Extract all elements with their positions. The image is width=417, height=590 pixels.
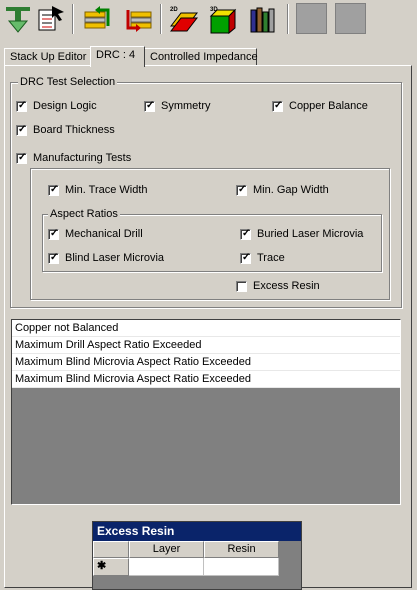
- check-mark-icon: ✓: [242, 228, 251, 239]
- checkbox-box: [236, 281, 247, 292]
- excess-resin-grid: Excess Resin Layer Resin ✱: [92, 521, 302, 590]
- copper-balance-label: Copper Balance: [289, 100, 368, 112]
- check-mark-icon: ✓: [274, 100, 283, 111]
- tab-label: Controlled Impedance: [150, 51, 258, 63]
- drc-test-selection-title: DRC Test Selection: [18, 76, 118, 88]
- min-trace-width-checkbox[interactable]: ✓ Min. Trace Width: [48, 184, 148, 197]
- svg-text:2D: 2D: [170, 7, 178, 13]
- min-gap-width-label: Min. Gap Width: [253, 184, 329, 196]
- toolbar-separator: [160, 4, 162, 34]
- tab-label: Stack Up Editor: [10, 51, 87, 63]
- tab-label: DRC : 4: [96, 49, 136, 61]
- aspect-ratios-title: Aspect Ratios: [48, 208, 120, 220]
- blind-laser-microvia-checkbox[interactable]: ✓ Blind Laser Microvia: [48, 252, 164, 265]
- insert-layer-icon: [6, 7, 30, 33]
- check-mark-icon: ✓: [18, 124, 27, 135]
- layer-column-header[interactable]: Layer: [129, 541, 204, 558]
- board-thickness-checkbox[interactable]: ✓ Board Thickness: [16, 124, 115, 137]
- blind-laser-microvia-label: Blind Laser Microvia: [65, 252, 165, 264]
- toolbar: 2D 3D: [0, 0, 417, 40]
- stack-move-down-icon: [126, 10, 152, 32]
- toolbar-separator: [72, 4, 74, 34]
- check-mark-icon: ✓: [50, 252, 59, 263]
- manufacturing-tests-label: Manufacturing Tests: [33, 152, 132, 164]
- checkbox-box: ✓: [48, 228, 59, 240]
- checkbox-box: ✓: [236, 184, 247, 196]
- checkbox-box: ✓: [240, 252, 251, 264]
- trace-label: Trace: [257, 252, 285, 264]
- 2d-view-icon: 2D: [169, 7, 199, 32]
- insert-layer-button[interactable]: [2, 3, 34, 35]
- excess-resin-checkbox[interactable]: Excess Resin: [236, 280, 320, 293]
- board-thickness-label: Board Thickness: [33, 124, 115, 136]
- resin-column-header[interactable]: Resin: [204, 541, 279, 558]
- disabled-toolbar-button[interactable]: [335, 3, 366, 34]
- mechanical-drill-checkbox[interactable]: ✓ Mechanical Drill: [48, 228, 143, 241]
- checkbox-box: ✓: [48, 184, 59, 196]
- stack-move-up-icon: [84, 6, 110, 29]
- checklist-button[interactable]: [35, 3, 67, 35]
- min-gap-width-checkbox[interactable]: ✓ Min. Gap Width: [236, 184, 329, 197]
- library-button[interactable]: [247, 3, 279, 35]
- checkbox-box: ✓: [144, 100, 155, 112]
- drc-error-list[interactable]: Copper not Balanced Maximum Drill Aspect…: [11, 319, 401, 505]
- manufacturing-tests-checkbox[interactable]: ✓ Manufacturing Tests: [16, 152, 131, 165]
- trace-checkbox[interactable]: ✓ Trace: [240, 252, 285, 265]
- tab-drc[interactable]: DRC : 4: [90, 46, 145, 67]
- layer-cell[interactable]: [129, 558, 204, 576]
- checkbox-box: ✓: [48, 252, 59, 264]
- checkbox-box: ✓: [16, 124, 27, 136]
- list-item[interactable]: Maximum Blind Microvia Aspect Ratio Exce…: [12, 371, 400, 388]
- disabled-toolbar-button[interactable]: [296, 3, 327, 34]
- checkbox-box: ✓: [16, 100, 27, 112]
- min-trace-width-label: Min. Trace Width: [65, 184, 148, 196]
- check-mark-icon: ✓: [18, 100, 27, 111]
- buried-laser-microvia-label: Buried Laser Microvia: [257, 228, 364, 240]
- copper-balance-checkbox[interactable]: ✓ Copper Balance: [272, 100, 368, 113]
- view-3d-button[interactable]: 3D: [207, 3, 239, 35]
- symmetry-label: Symmetry: [161, 100, 211, 112]
- checklist-pointer-icon: [38, 6, 64, 31]
- tab-controlled-impedance[interactable]: Controlled Impedance: [144, 48, 258, 66]
- mechanical-drill-label: Mechanical Drill: [65, 228, 143, 240]
- checkbox-box: ✓: [272, 100, 283, 112]
- resin-cell[interactable]: [204, 558, 279, 576]
- list-item[interactable]: Maximum Blind Microvia Aspect Ratio Exce…: [12, 354, 400, 371]
- excess-resin-grid-title: Excess Resin: [93, 522, 301, 541]
- list-item[interactable]: Copper not Balanced: [12, 320, 400, 337]
- toolbar-separator: [287, 4, 289, 34]
- check-mark-icon: ✓: [50, 228, 59, 239]
- new-row: ✱: [93, 558, 301, 576]
- design-logic-checkbox[interactable]: ✓ Design Logic: [16, 100, 97, 113]
- view-2d-button[interactable]: 2D: [168, 3, 200, 35]
- row-selector-header: [93, 541, 129, 558]
- move-up-button[interactable]: [82, 3, 114, 35]
- checkbox-box: ✓: [240, 228, 251, 240]
- checkbox-box: ✓: [16, 152, 27, 164]
- check-mark-icon: ✓: [18, 152, 27, 163]
- list-item[interactable]: Maximum Drill Aspect Ratio Exceeded: [12, 337, 400, 354]
- check-mark-icon: ✓: [146, 100, 155, 111]
- buried-laser-microvia-checkbox[interactable]: ✓ Buried Laser Microvia: [240, 228, 363, 241]
- move-down-button[interactable]: [122, 3, 154, 35]
- check-mark-icon: ✓: [238, 184, 247, 195]
- tab-stack-up-editor[interactable]: Stack Up Editor: [4, 48, 91, 66]
- symmetry-checkbox[interactable]: ✓ Symmetry: [144, 100, 211, 113]
- check-mark-icon: ✓: [50, 184, 59, 195]
- excess-resin-label: Excess Resin: [253, 280, 320, 292]
- 3d-view-icon: 3D: [209, 7, 237, 34]
- new-row-marker-icon[interactable]: ✱: [93, 558, 129, 576]
- check-mark-icon: ✓: [242, 252, 251, 263]
- design-logic-label: Design Logic: [33, 100, 97, 112]
- grid-header-row: Layer Resin: [93, 541, 301, 558]
- library-books-icon: [250, 7, 275, 33]
